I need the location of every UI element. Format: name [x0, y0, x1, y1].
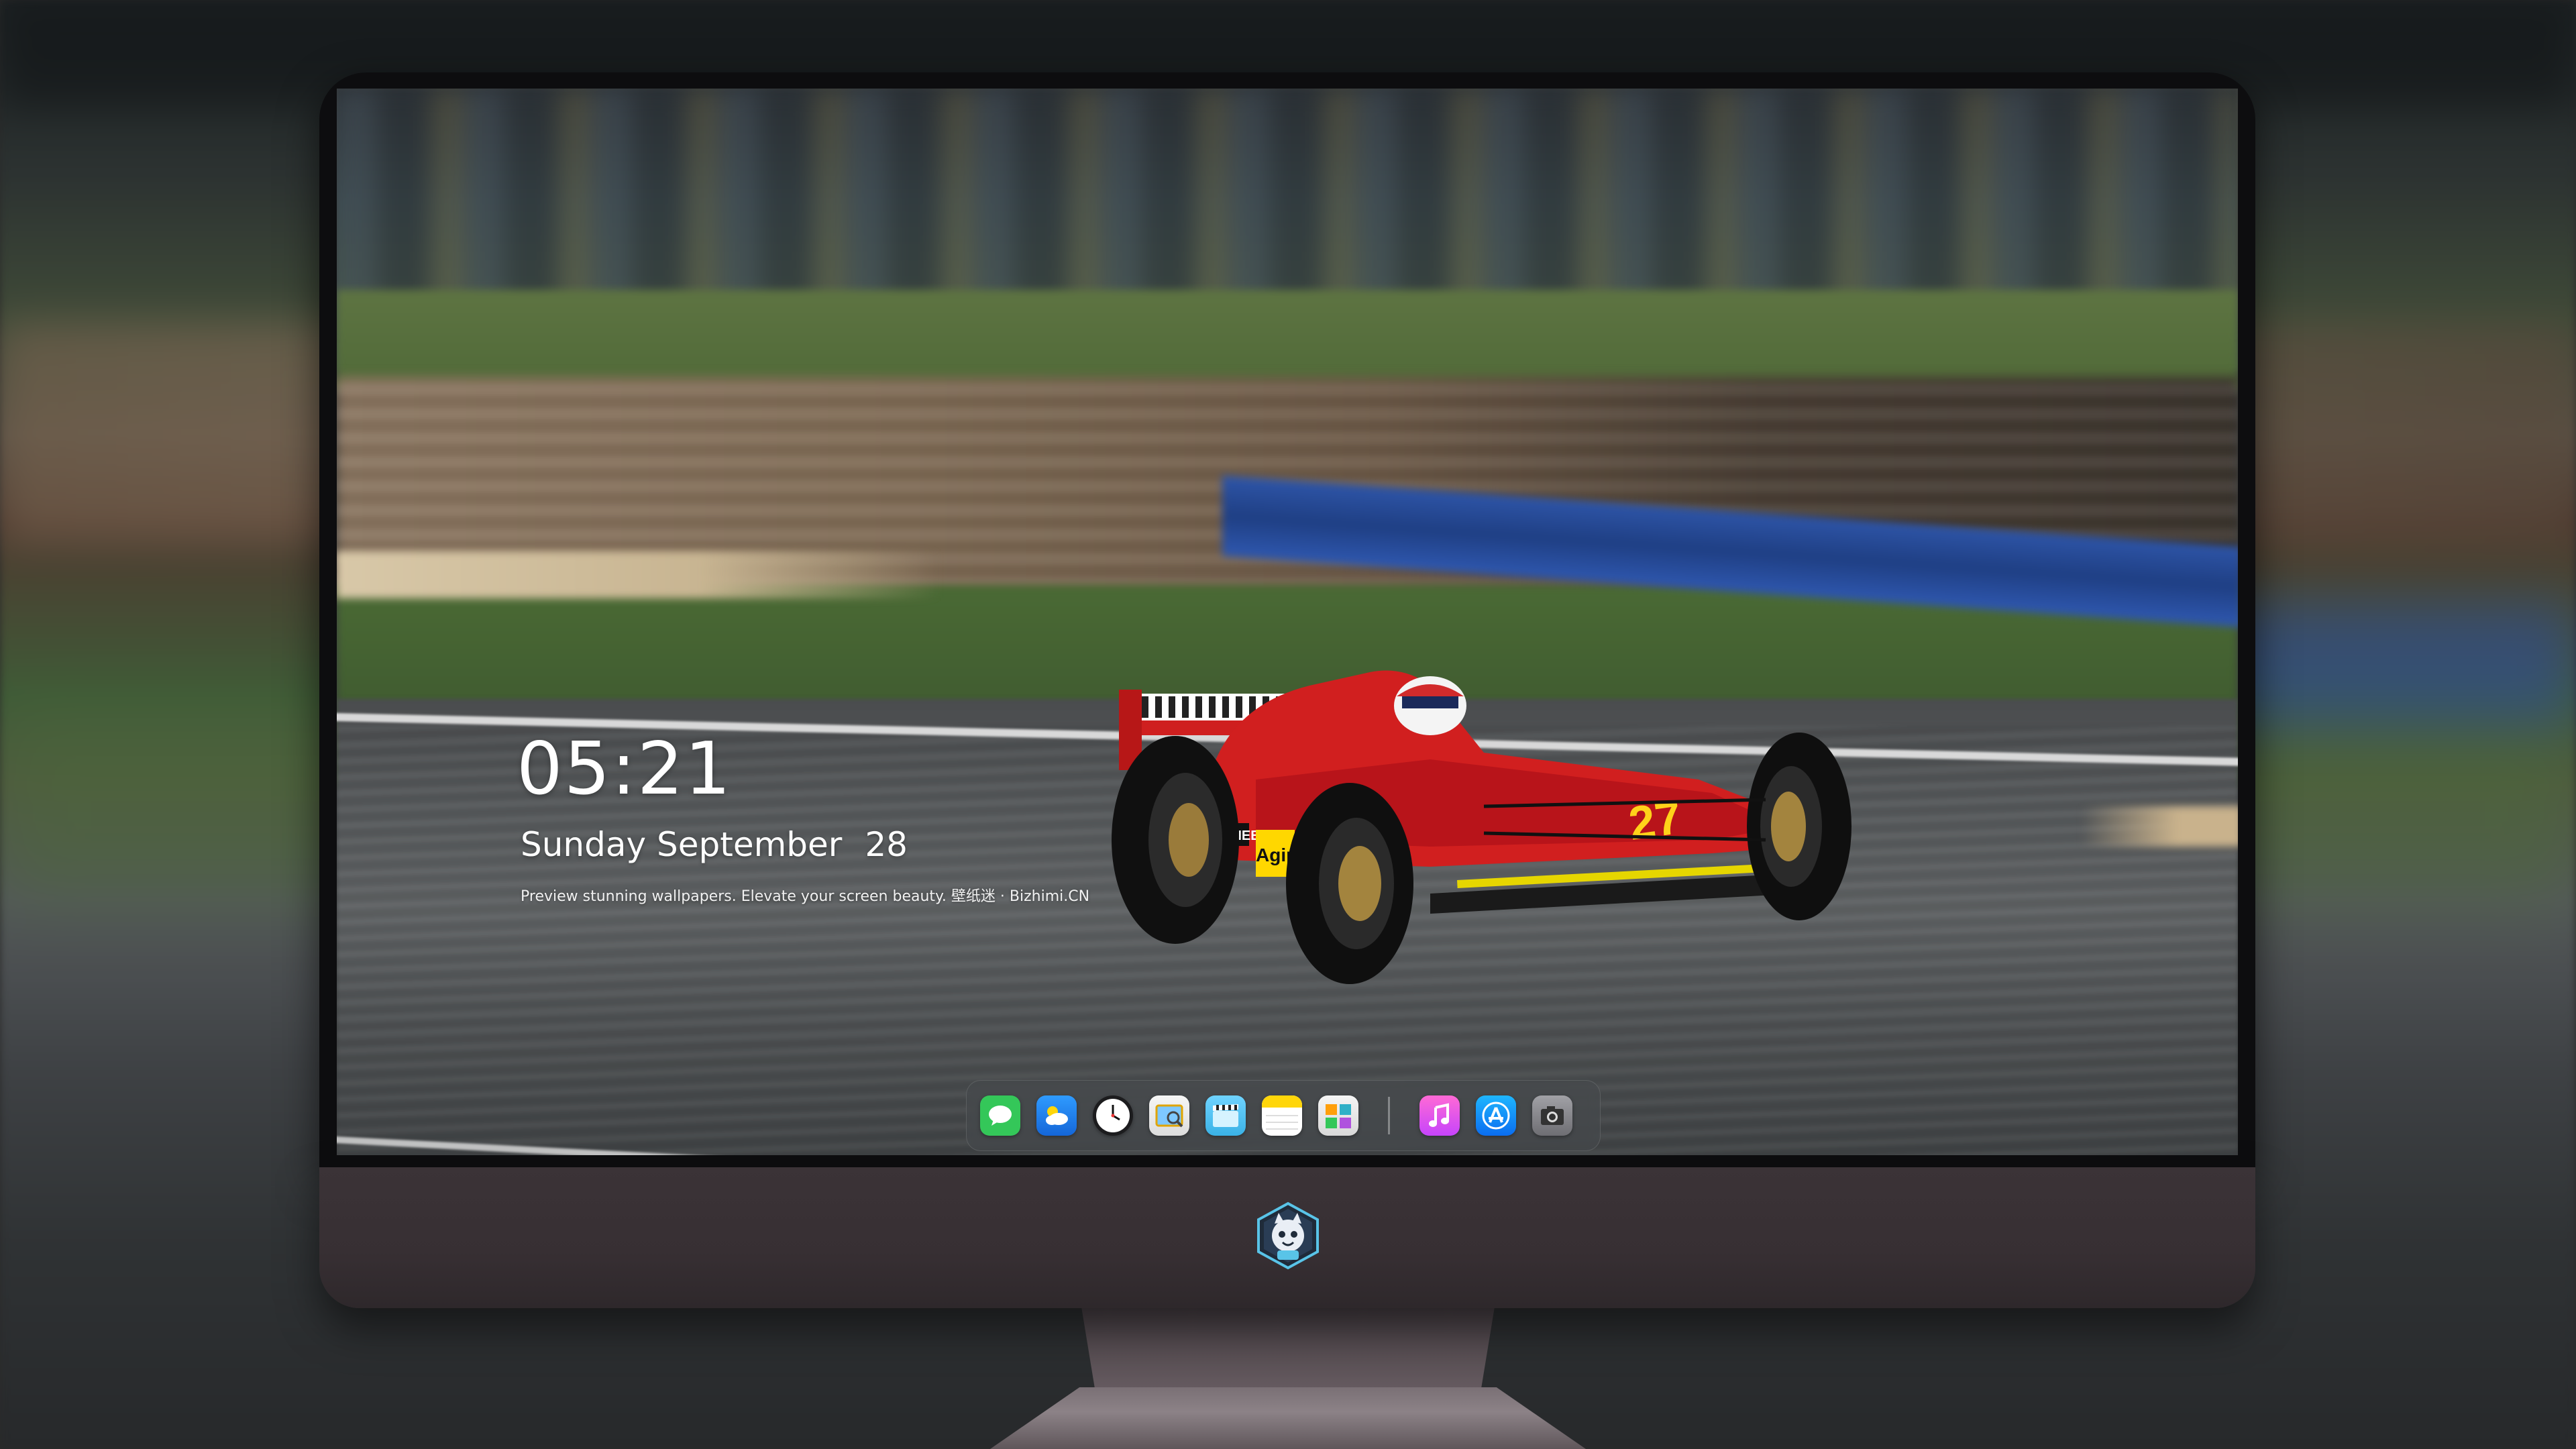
- date-day: 28: [865, 825, 908, 864]
- race-car-image: PIONEER Agip 27: [1112, 670, 1851, 984]
- scene: PIONEER Agip 27 05:21 Sunday September 2…: [0, 0, 2576, 1449]
- notes-icon[interactable]: [1262, 1095, 1302, 1136]
- camera-icon[interactable]: [1532, 1095, 1572, 1136]
- app-store-icon[interactable]: [1476, 1095, 1516, 1136]
- messages-icon[interactable]: [980, 1095, 1020, 1136]
- photo-booth-icon[interactable]: [1318, 1095, 1358, 1136]
- lock-screen-date: Sunday September 28: [521, 825, 908, 864]
- date-weekday-month: Sunday September: [521, 825, 843, 864]
- itunes-icon[interactable]: [1419, 1095, 1460, 1136]
- monitor-stand-foot: [990, 1387, 1586, 1449]
- wallpaper-tagline: Preview stunning wallpapers. Elevate you…: [521, 888, 1090, 905]
- mascot-logo-icon: [1253, 1201, 1323, 1271]
- clips-icon[interactable]: [1205, 1095, 1246, 1136]
- lock-screen: PIONEER Agip 27 05:21 Sunday September 2…: [337, 89, 2238, 1155]
- preview-icon[interactable]: [1149, 1095, 1189, 1136]
- car-number: 27: [1625, 791, 1684, 850]
- dock: [966, 1080, 1601, 1151]
- clock-icon[interactable]: [1093, 1095, 1133, 1136]
- dock-separator: [1388, 1097, 1390, 1134]
- lock-screen-time: 05:21: [517, 727, 733, 811]
- weather-icon[interactable]: [1036, 1095, 1077, 1136]
